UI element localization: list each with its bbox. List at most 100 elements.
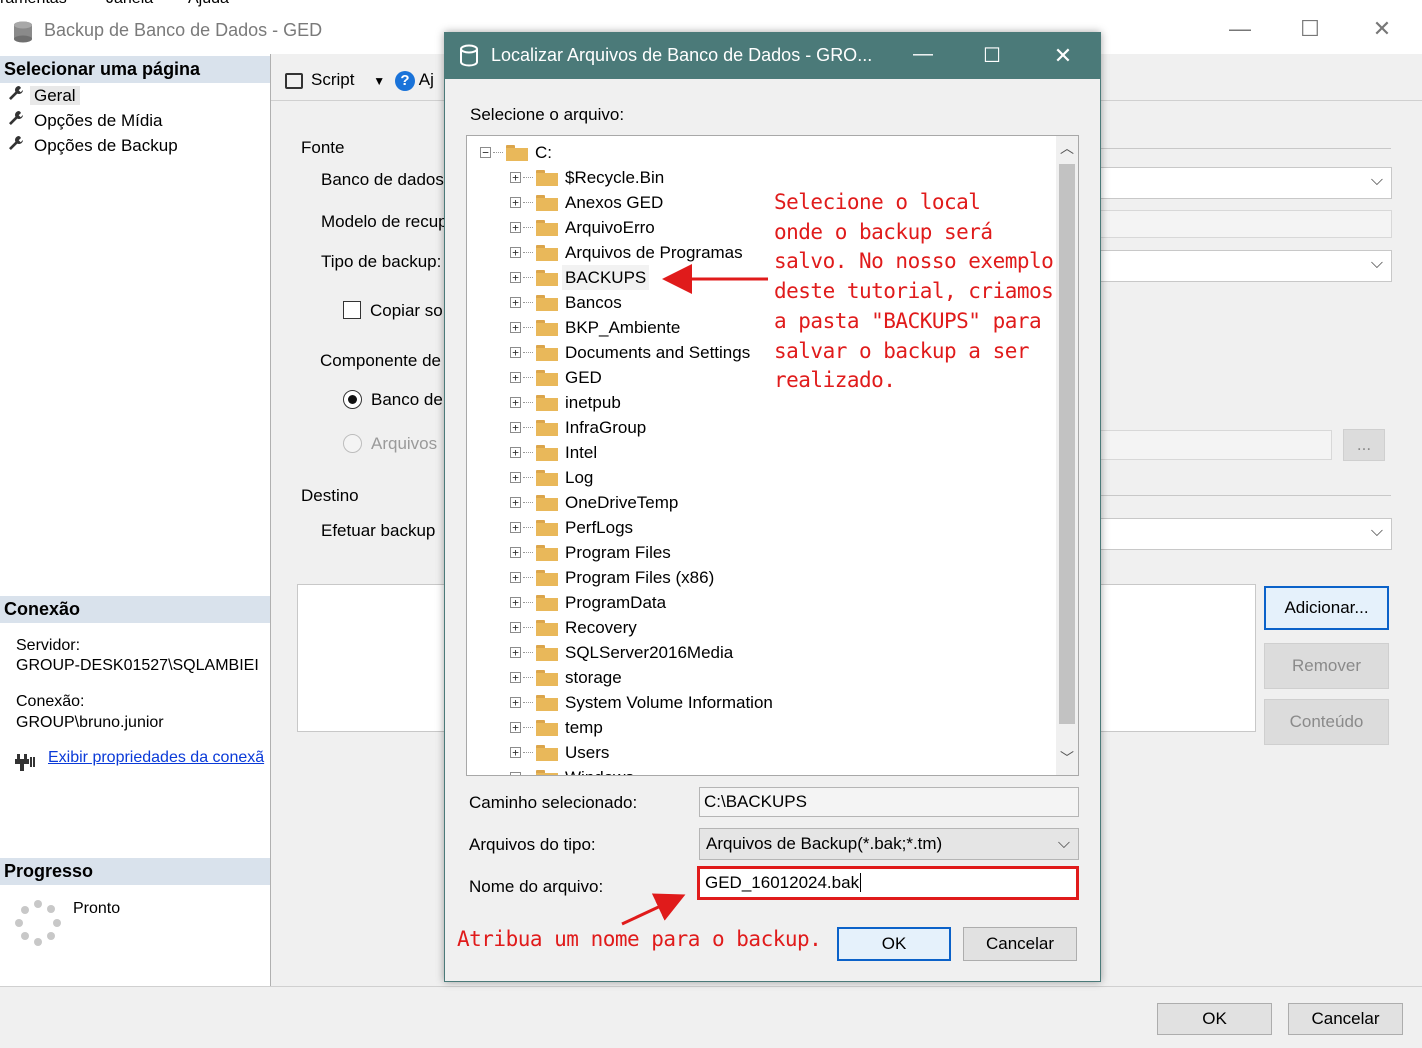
annotation-line: deste tutorial, criamos bbox=[774, 279, 1054, 304]
minimize-button[interactable]: — bbox=[1220, 14, 1260, 44]
copy-only-checkbox[interactable] bbox=[343, 301, 361, 319]
close-button[interactable]: ✕ bbox=[1362, 14, 1402, 44]
annotation-line: onde o backup será bbox=[774, 219, 993, 244]
tree-node-folder[interactable]: + Program Files (x86) bbox=[467, 565, 1047, 590]
tree-node-folder[interactable]: + Intel bbox=[467, 440, 1047, 465]
add-destination-button[interactable]: Adicionar... bbox=[1264, 586, 1389, 630]
tree-node-folder[interactable]: + OneDriveTemp bbox=[467, 490, 1047, 515]
tree-node-folder[interactable]: + SQLServer2016Media bbox=[467, 640, 1047, 665]
expand-icon[interactable]: + bbox=[510, 597, 521, 608]
tree-node-folder[interactable]: + storage bbox=[467, 665, 1047, 690]
text-cursor bbox=[860, 873, 862, 892]
tree-node-folder[interactable]: + Windows bbox=[467, 765, 1047, 775]
tree-node-root[interactable]: − C: bbox=[467, 140, 1047, 165]
expand-icon[interactable]: + bbox=[510, 722, 521, 733]
expand-icon[interactable]: + bbox=[510, 197, 521, 208]
radio-database[interactable] bbox=[343, 390, 362, 409]
radio-files[interactable] bbox=[343, 434, 362, 453]
expand-icon[interactable]: + bbox=[510, 247, 521, 258]
expand-icon[interactable]: + bbox=[510, 497, 521, 508]
file-name-input[interactable]: GED_16012024.bak bbox=[697, 866, 1079, 900]
backup-type-label: Tipo de backup: bbox=[321, 252, 442, 271]
folder-icon bbox=[536, 445, 558, 461]
database-select[interactable]: ⌵ bbox=[1099, 167, 1392, 199]
expand-icon[interactable]: + bbox=[510, 672, 521, 683]
page-item-backup-options[interactable]: Opções de Backup bbox=[8, 134, 178, 158]
expand-icon[interactable]: + bbox=[510, 322, 521, 333]
folder-icon bbox=[536, 220, 558, 236]
help-toolbar-button[interactable]: ? Aj bbox=[395, 70, 434, 91]
page-item-backup-options-label: Opções de Backup bbox=[34, 136, 178, 155]
backup-type-select[interactable]: ⌵ bbox=[1099, 250, 1392, 282]
tree-node-folder[interactable]: + Log bbox=[467, 465, 1047, 490]
dialog-maximize-button[interactable]: ☐ bbox=[972, 43, 1012, 68]
tree-scrollbar[interactable]: ︿ ﹀ bbox=[1056, 136, 1078, 775]
tree-node-folder[interactable]: + temp bbox=[467, 715, 1047, 740]
expand-icon[interactable]: + bbox=[510, 222, 521, 233]
tree-node-folder[interactable]: + Recovery bbox=[467, 615, 1047, 640]
dialog-ok-button[interactable]: OK bbox=[837, 927, 951, 961]
left-pane: Selecionar uma página Geral Opções de Mí… bbox=[0, 54, 271, 986]
expand-icon[interactable]: + bbox=[510, 572, 521, 583]
tree-node-folder[interactable]: + System Volume Information bbox=[467, 690, 1047, 715]
expand-icon[interactable]: + bbox=[510, 647, 521, 658]
view-connection-properties-link[interactable]: Exibir propriedades da conexã bbox=[48, 749, 270, 767]
tree-node-label: $Recycle.Bin bbox=[565, 168, 665, 187]
tree-connector bbox=[523, 727, 533, 728]
expand-icon[interactable]: + bbox=[510, 372, 521, 383]
expand-icon[interactable]: + bbox=[510, 422, 521, 433]
ok-button[interactable]: OK bbox=[1157, 1003, 1272, 1035]
cancel-button[interactable]: Cancelar bbox=[1288, 1003, 1403, 1035]
maximize-button[interactable]: ☐ bbox=[1290, 14, 1330, 44]
expand-icon[interactable]: + bbox=[510, 272, 521, 283]
remove-destination-button[interactable]: Remover bbox=[1264, 643, 1389, 689]
wrench-icon bbox=[8, 134, 30, 158]
connection-label: Conexão: bbox=[16, 693, 85, 710]
tree-node-folder[interactable]: + Users bbox=[467, 740, 1047, 765]
expand-icon[interactable]: + bbox=[510, 397, 521, 408]
page-item-general[interactable]: Geral bbox=[8, 84, 80, 108]
locate-files-dialog: Localizar Arquivos de Banco de Dados - G… bbox=[444, 32, 1101, 982]
dialog-close-button[interactable]: ✕ bbox=[1043, 43, 1083, 69]
tree-node-label: Bancos bbox=[565, 293, 622, 312]
folder-icon bbox=[536, 595, 558, 611]
expand-icon[interactable]: + bbox=[510, 697, 521, 708]
tree-node-folder[interactable]: + InfraGroup bbox=[467, 415, 1047, 440]
scroll-down-icon[interactable]: ﹀ bbox=[1056, 748, 1078, 772]
expand-icon[interactable]: + bbox=[510, 522, 521, 533]
tree-node-folder[interactable]: + ProgramData bbox=[467, 590, 1047, 615]
expand-icon[interactable]: + bbox=[510, 547, 521, 558]
menu-item-help[interactable]: Ajuda bbox=[188, 0, 229, 8]
folder-icon bbox=[536, 245, 558, 261]
page-item-media-options[interactable]: Opções de Mídia bbox=[8, 109, 163, 133]
tree-connector bbox=[523, 252, 533, 253]
expand-icon[interactable]: + bbox=[510, 347, 521, 358]
expand-icon[interactable]: + bbox=[510, 772, 521, 775]
folder-icon bbox=[536, 420, 558, 436]
dialog-cancel-button[interactable]: Cancelar bbox=[963, 927, 1077, 961]
contents-button[interactable]: Conteúdo bbox=[1264, 699, 1389, 745]
backup-to-select[interactable]: ⌵ bbox=[1099, 518, 1392, 550]
expand-icon[interactable]: + bbox=[510, 622, 521, 633]
tree-node-folder[interactable]: + $Recycle.Bin bbox=[467, 165, 1047, 190]
tree-node-label: System Volume Information bbox=[565, 693, 773, 712]
scroll-thumb[interactable] bbox=[1059, 164, 1075, 724]
tree-node-folder[interactable]: + Program Files bbox=[467, 540, 1047, 565]
expand-icon[interactable]: + bbox=[510, 297, 521, 308]
scroll-up-icon[interactable]: ︿ bbox=[1056, 138, 1078, 162]
tree-node-label: temp bbox=[565, 718, 603, 737]
file-type-select[interactable]: Arquivos de Backup(*.bak;*.tm) ⌵ bbox=[699, 828, 1079, 860]
expand-icon[interactable]: + bbox=[510, 172, 521, 183]
server-value: GROUP-DESK01527\SQLAMBIEI bbox=[16, 657, 259, 674]
expand-icon[interactable]: + bbox=[510, 747, 521, 758]
wrench-icon bbox=[8, 109, 30, 133]
script-toolbar-button[interactable]: Script ▼ bbox=[285, 70, 385, 90]
menu-item-window[interactable]: Janela bbox=[106, 0, 153, 8]
browse-files-button[interactable]: ... bbox=[1343, 429, 1385, 461]
expand-icon[interactable]: + bbox=[510, 472, 521, 483]
tree-node-folder[interactable]: + PerfLogs bbox=[467, 515, 1047, 540]
database-icon bbox=[14, 21, 32, 43]
expand-icon[interactable]: + bbox=[510, 447, 521, 458]
dialog-minimize-button[interactable]: — bbox=[903, 43, 943, 66]
menu-item-tools[interactable]: ramentas bbox=[0, 0, 67, 8]
